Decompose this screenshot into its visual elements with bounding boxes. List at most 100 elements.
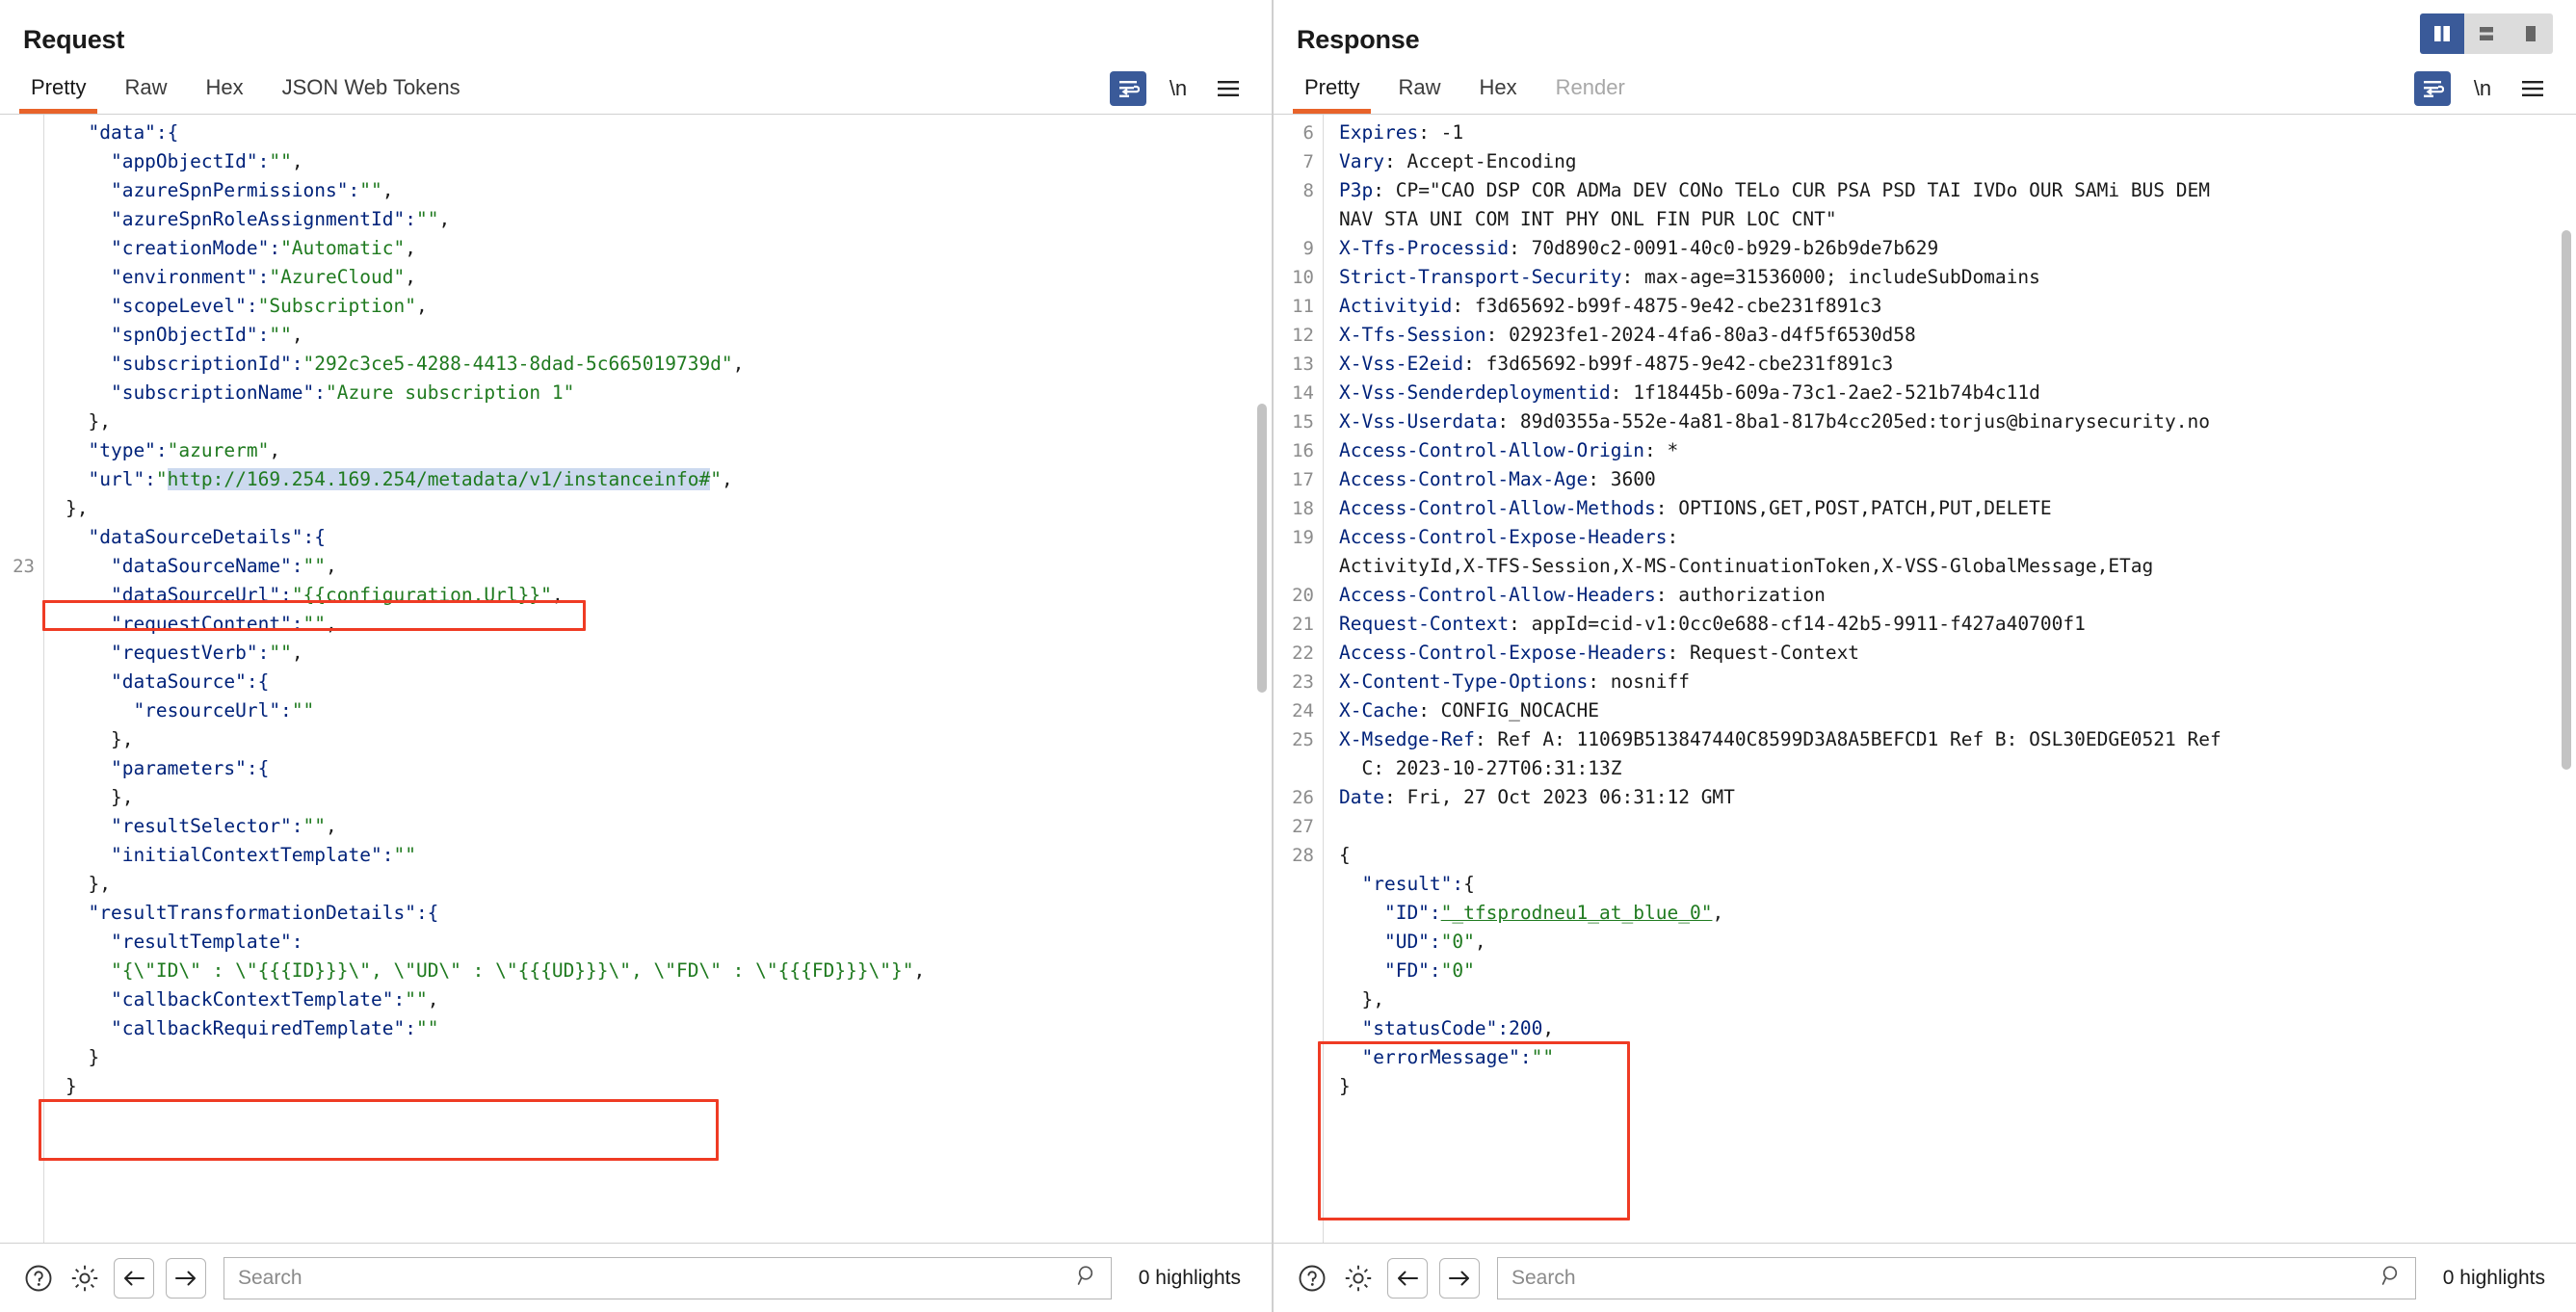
line-number (0, 494, 43, 523)
line-number: 8 (1302, 180, 1314, 201)
search-prev-button[interactable] (114, 1257, 154, 1299)
help-circle-icon[interactable] (21, 1261, 56, 1296)
layout-single-pane-button[interactable] (2509, 13, 2553, 54)
line-number (0, 957, 43, 985)
gear-icon[interactable] (67, 1261, 102, 1296)
code-line: X-Vss-E2eid: f3d65692-b99f-4875-9e42-cbe… (1339, 353, 1894, 375)
layout-horizontal-split-button[interactable] (2464, 13, 2509, 54)
response-search-input[interactable] (1510, 1265, 2380, 1291)
layout-toggle-group (2420, 0, 2576, 54)
response-editor[interactable]: 6 7 8 9 10 11 12 13 14 15 16 17 18 19 20 21 22 23 24 25 26 27… (1274, 114, 2576, 1243)
code-line: "dataSourceDetails":{ (66, 526, 327, 548)
code-line: }, (66, 728, 134, 750)
line-number (0, 118, 43, 147)
tab-response-raw[interactable]: Raw (1379, 67, 1459, 114)
newline-toggle[interactable]: \n (2464, 71, 2501, 106)
tab-response-hex[interactable]: Hex (1459, 67, 1536, 114)
response-bottom-bar: 0 highlights (1274, 1243, 2576, 1312)
code-line: "{\"ID\" : \"{{{ID}}}\", \"UD\" : \"{{{U… (110, 959, 926, 982)
line-number (0, 812, 43, 841)
tab-request-raw[interactable]: Raw (105, 67, 186, 114)
code-line: "azureSpnPermissions":"", (66, 179, 394, 201)
code-line: "parameters":{ (66, 757, 270, 779)
hamburger-menu-icon[interactable] (1210, 71, 1247, 106)
request-line-numbers: 23 (0, 115, 44, 1243)
code-line: X-Vss-Userdata: 89d0355a-552e-4a81-8ba1-… (1339, 410, 2210, 433)
tab-request-pretty[interactable]: Pretty (12, 67, 105, 114)
code-line: "data":{ (66, 121, 179, 144)
search-next-button[interactable] (166, 1257, 206, 1299)
response-search-box[interactable] (1497, 1256, 2416, 1299)
line-number: 12 (1292, 325, 1314, 346)
code-line: "errorMessage":"" (1339, 1046, 1555, 1068)
code-line: "resourceUrl":"" (66, 699, 315, 722)
code-line: ActivityId,X-TFS-Session,X-MS-Continuati… (1339, 555, 2154, 577)
line-number: 20 (1292, 585, 1314, 606)
tab-request-json-web-tokens[interactable]: JSON Web Tokens (263, 67, 480, 114)
help-circle-icon[interactable] (1295, 1261, 1329, 1296)
line-number (0, 176, 43, 205)
search-next-button[interactable] (1439, 1257, 1480, 1299)
response-scrollbar[interactable] (2561, 115, 2574, 1243)
code-line: Access-Control-Expose-Headers: Request-C… (1339, 642, 1860, 664)
code-line: Access-Control-Allow-Origin: * (1339, 439, 1679, 461)
request-search-box[interactable] (223, 1256, 1112, 1299)
line-number: 14 (1292, 382, 1314, 404)
tab-request-hex[interactable]: Hex (186, 67, 262, 114)
line-number (1274, 1072, 1323, 1101)
line-number (0, 205, 43, 234)
layout-vertical-split-button[interactable] (2420, 13, 2464, 54)
search-prev-button[interactable] (1387, 1257, 1428, 1299)
code-line: Request-Context: appId=cid-v1:0cc0e688-c… (1339, 613, 2086, 635)
line-number (0, 147, 43, 176)
request-search-input[interactable] (236, 1265, 1076, 1291)
word-wrap-icon[interactable] (2414, 71, 2451, 106)
code-line: Access-Control-Max-Age: 3600 (1339, 468, 1656, 490)
code-line: "dataSourceUrl":"{{configuration.Url}}", (66, 584, 564, 606)
code-line: "resultTransformationDetails":{ (66, 902, 439, 924)
code-line: "resultTemplate": (66, 931, 303, 953)
code-line: "resultSelector":"", (66, 815, 337, 837)
code-line: "creationMode":"Automatic", (66, 237, 416, 259)
code-line: "subscriptionId":"292c3ce5-4288-4413-8da… (66, 353, 745, 375)
newline-toggle[interactable]: \n (1160, 71, 1196, 106)
code-line: "FD":"0" (1339, 959, 1475, 982)
code-line: } (1339, 1075, 1351, 1097)
line-number (0, 985, 43, 1014)
line-number (0, 783, 43, 812)
response-code[interactable]: Expires: -1 Vary: Accept-Encoding P3p: CP=… (1324, 118, 2576, 1101)
hamburger-menu-icon[interactable] (2514, 71, 2551, 106)
code-line: X-Tfs-Session: 02923fe1-2024-4fa6-80a3-d… (1339, 324, 1916, 346)
code-line: }, (66, 497, 89, 519)
line-number (0, 523, 43, 552)
line-number (0, 407, 43, 436)
tab-response-pretty[interactable]: Pretty (1285, 67, 1379, 114)
code-line: } (66, 1075, 77, 1097)
line-number (0, 1043, 43, 1072)
request-highlights-count: 0 highlights (1138, 1266, 1241, 1289)
code-line: Date: Fri, 27 Oct 2023 06:31:12 GMT (1339, 786, 1735, 808)
line-number (1274, 205, 1323, 234)
code-line: X-Vss-Senderdeploymentid: 1f18445b-609a-… (1339, 381, 2040, 404)
line-number (0, 639, 43, 668)
line-number: 25 (1292, 729, 1314, 750)
gear-icon[interactable] (1341, 1261, 1376, 1296)
code-line: "UD":"0", (1339, 931, 1486, 953)
line-number: 18 (1292, 498, 1314, 519)
code-line: "environment":"AzureCloud", (66, 266, 416, 288)
request-code[interactable]: "data":{ "appObjectId":"", "azureSpnPerm… (44, 118, 1272, 1101)
line-number: 22 (1292, 643, 1314, 664)
line-number: 19 (1292, 527, 1314, 548)
line-number: 10 (1292, 267, 1314, 288)
request-scrollbar[interactable] (1256, 115, 1270, 1243)
request-editor[interactable]: 23 "data":{ "appObjectId":"", "azureSpnP… (0, 114, 1272, 1243)
line-number (0, 581, 43, 610)
code-line: }, (1339, 988, 1384, 1010)
word-wrap-icon[interactable] (1110, 71, 1146, 106)
request-toolbar: \n (1110, 71, 1272, 114)
line-number: 23 (13, 556, 35, 577)
line-number (0, 870, 43, 899)
line-number: 26 (1292, 787, 1314, 808)
code-line: Strict-Transport-Security: max-age=31536… (1339, 266, 2040, 288)
magnifier-icon (1076, 1264, 1099, 1292)
